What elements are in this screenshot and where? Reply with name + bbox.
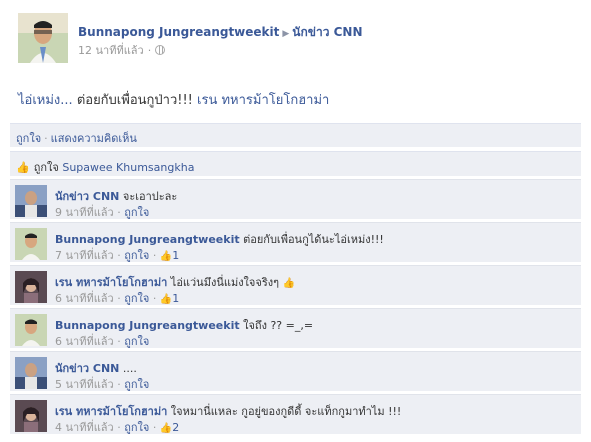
- post-tag-link-2[interactable]: เรน ทหารม้าโยโกฮาม่า: [197, 93, 329, 108]
- comment-meta: 6 นาทีที่แล้ว · ถูกใจ: [55, 335, 150, 348]
- comment-meta: 7 นาทีที่แล้ว · ถูกใจ · 👍1: [55, 249, 180, 262]
- comment-meta: 6 นาทีที่แล้ว · ถูกใจ · 👍1: [55, 292, 180, 305]
- post-meta: 12 นาทีที่แล้ว ·: [78, 41, 166, 59]
- action-separator: ·: [44, 132, 48, 145]
- arrow-right-icon: ▶: [282, 29, 290, 39]
- commenter-avatar[interactable]: [15, 357, 47, 389]
- comment-like-link[interactable]: ถูกใจ: [124, 206, 149, 219]
- comment-like-count[interactable]: 1: [172, 292, 179, 305]
- globe-icon[interactable]: [155, 45, 166, 55]
- comment-item: นักข่าว CNN จะเอาปะละ 9 นาทีที่แล้ว · ถู…: [10, 179, 581, 219]
- like-link[interactable]: ถูกใจ: [16, 132, 41, 145]
- comment-time[interactable]: 7 นาทีที่แล้ว: [55, 249, 114, 262]
- thumbs-up-icon: 👍: [159, 251, 173, 262]
- comment-link[interactable]: แสดงความคิดเห็น: [51, 132, 137, 145]
- post-plain-text: ต่อยกับเพื่อนกูป่าว!!!: [72, 93, 193, 108]
- comment-like-link[interactable]: ถูกใจ: [124, 421, 149, 434]
- meta-separator: ·: [147, 44, 152, 57]
- comment-like-link[interactable]: ถูกใจ: [124, 249, 149, 262]
- thumbs-up-icon: 👍: [159, 423, 173, 434]
- commenter-avatar[interactable]: [15, 271, 47, 303]
- comment-item: นักข่าว CNN .... 5 นาทีที่แล้ว · ถูกใจ: [10, 351, 581, 391]
- comment-meta: 5 นาทีที่แล้ว · ถูกใจ: [55, 378, 150, 391]
- comment-like-count[interactable]: 2: [172, 421, 179, 434]
- comment-time[interactable]: 4 นาทีที่แล้ว: [55, 421, 114, 434]
- comment-item: เรน ทหารม้าโยโกฮาม่า ใจหมานี่แหละ กูอยู่…: [10, 394, 581, 434]
- comment-time[interactable]: 9 นาทีที่แล้ว: [55, 206, 114, 219]
- comment-item: เรน ทหารม้าโยโกฮาม่า ไอ่แว่นมึงนี่แม่งใจ…: [10, 265, 581, 305]
- likes-label: ถูกใจ: [33, 161, 59, 174]
- commenter-avatar[interactable]: [15, 228, 47, 260]
- likes-summary: 👍 ถูกใจ Supawee Khumsangkha: [10, 151, 581, 176]
- comment-author[interactable]: Bunnapong Jungreangtweekit: [55, 319, 240, 332]
- comment-item: Bunnapong Jungreangtweekit ใจถึง ?? =_,=…: [10, 308, 581, 348]
- post-tag-link[interactable]: ไอ่เหม่ง...: [18, 93, 73, 108]
- comment-author[interactable]: Bunnapong Jungreangtweekit: [55, 233, 240, 246]
- author-avatar[interactable]: [18, 13, 68, 63]
- comment-time[interactable]: 6 นาทีที่แล้ว: [55, 335, 114, 348]
- comment-author[interactable]: นักข่าว CNN: [55, 190, 119, 203]
- comment-text: ใจถึง ?? =_,=: [243, 319, 314, 332]
- liker-name[interactable]: Supawee Khumsangkha: [62, 161, 194, 174]
- commenter-avatar[interactable]: [15, 400, 47, 432]
- comment-like-link[interactable]: ถูกใจ: [124, 292, 149, 305]
- comment-time[interactable]: 6 นาทีที่แล้ว: [55, 292, 114, 305]
- post-target[interactable]: นักข่าว CNN: [292, 25, 362, 39]
- post-actions: ถูกใจ · แสดงความคิดเห็น: [10, 123, 581, 147]
- comment-meta: 9 นาทีที่แล้ว · ถูกใจ: [55, 206, 150, 219]
- comment-author[interactable]: เรน ทหารม้าโยโกฮาม่า: [55, 276, 167, 289]
- comment-like-link[interactable]: ถูกใจ: [124, 335, 149, 348]
- author-line: Bunnapong Jungreangtweekit ▶ นักข่าว CNN: [78, 23, 363, 42]
- comment-author[interactable]: นักข่าว CNN: [55, 362, 119, 375]
- post-header: Bunnapong Jungreangtweekit ▶ นักข่าว CNN 1…: [18, 13, 578, 65]
- commenter-avatar[interactable]: [15, 314, 47, 346]
- comment-text: ....: [122, 362, 137, 375]
- post-time[interactable]: 12 นาทีที่แล้ว: [78, 44, 144, 57]
- comment-text: จะเอาปะละ: [122, 190, 178, 203]
- comment-text: ใจหมานี่แหละ กูอยู่ของกูดีดี้ จะแท็กกูมา…: [170, 405, 402, 418]
- comment-like-count[interactable]: 1: [172, 249, 179, 262]
- thumbs-up-icon: 👍: [16, 161, 30, 174]
- comment-meta: 4 นาทีที่แล้ว · ถูกใจ · 👍2: [55, 421, 180, 434]
- comment-like-link[interactable]: ถูกใจ: [124, 378, 149, 391]
- commenter-avatar[interactable]: [15, 185, 47, 217]
- comment-text: ต่อยกับเพื่อนกูได้นะไอ่เหม่ง!!!: [243, 233, 384, 246]
- comment-author[interactable]: เรน ทหารม้าโยโกฮาม่า: [55, 405, 167, 418]
- thumbs-up-icon: 👍: [159, 294, 173, 305]
- thumbs-up-icon: 👍: [282, 278, 295, 289]
- comment-item: Bunnapong Jungreangtweekit ต่อยกับเพื่อน…: [10, 222, 581, 262]
- post-text: ไอ่เหม่ง... ต่อยกับเพื่อนกูป่าว!!! เรน ท…: [18, 89, 329, 110]
- author-name[interactable]: Bunnapong Jungreangtweekit: [78, 25, 279, 39]
- comment-text: ไอ่แว่นมึงนี่แม่งใจจริงๆ: [170, 276, 280, 289]
- comment-time[interactable]: 5 นาทีที่แล้ว: [55, 378, 114, 391]
